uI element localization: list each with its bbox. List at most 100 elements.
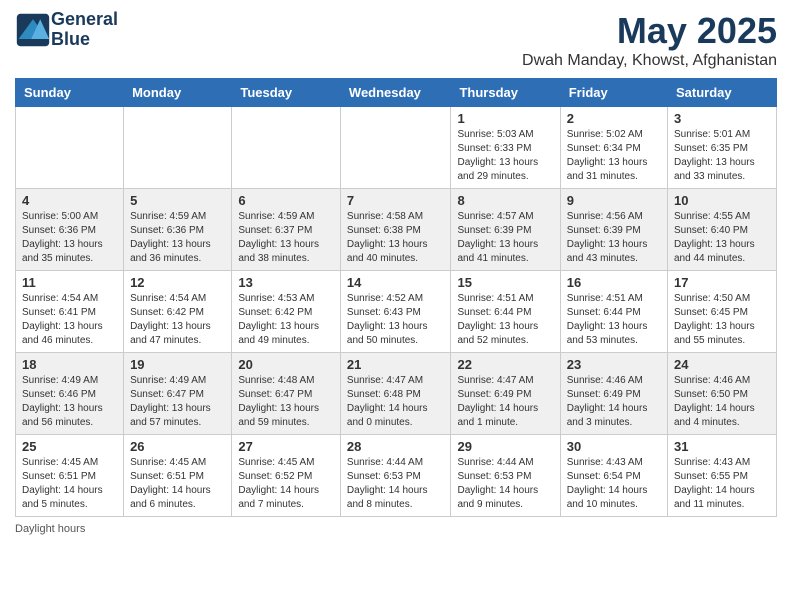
day-info: Sunrise: 4:43 AM Sunset: 6:55 PM Dayligh… [674, 456, 770, 512]
day-info: Sunrise: 4:52 AM Sunset: 6:43 PM Dayligh… [347, 292, 445, 348]
day-number: 21 [347, 357, 445, 372]
page: General Blue May 2025 Dwah Manday, Khows… [0, 0, 792, 612]
day-number: 6 [238, 193, 334, 208]
day-info: Sunrise: 4:59 AM Sunset: 6:36 PM Dayligh… [130, 210, 225, 266]
logo-text: General Blue [51, 10, 118, 50]
calendar-cell: 1Sunrise: 5:03 AM Sunset: 6:33 PM Daylig… [451, 107, 560, 189]
calendar-cell: 3 Sunrise: 5:01 AM Sunset: 6:35 PM Daylig… [668, 107, 777, 189]
day-info: Sunrise: 4:55 AM Sunset: 6:40 PM Dayligh… [674, 210, 770, 266]
day-info: Sunrise: 4:53 AM Sunset: 6:42 PM Dayligh… [238, 292, 334, 348]
calendar-cell: 27Sunrise: 4:45 AM Sunset: 6:52 PM Dayli… [232, 435, 341, 517]
day-header-wednesday: Wednesday [340, 79, 451, 107]
day-info: Sunrise: 4:58 AM Sunset: 6:38 PM Dayligh… [347, 210, 445, 266]
day-header-saturday: Saturday [668, 79, 777, 107]
day-header-thursday: Thursday [451, 79, 560, 107]
day-info: Sunrise: 4:54 AM Sunset: 6:42 PM Dayligh… [130, 292, 225, 348]
calendar-cell: 2Sunrise: 5:02 AM Sunset: 6:34 PM Daylig… [560, 107, 667, 189]
calendar-cell [340, 107, 451, 189]
calendar-cell: 7 Sunrise: 4:58 AM Sunset: 6:38 PM Daylig… [340, 189, 451, 271]
day-info: Sunrise: 4:46 AM Sunset: 6:50 PM Dayligh… [674, 374, 770, 430]
location-title: Dwah Manday, Khowst, Afghanistan [522, 52, 777, 70]
calendar-cell: 10 Sunrise: 4:55 AM Sunset: 6:40 PM Dayli… [668, 189, 777, 271]
calendar-cell: 8 Sunrise: 4:57 AM Sunset: 6:39 PM Daylig… [451, 189, 560, 271]
week-row-2: 11Sunrise: 4:54 AM Sunset: 6:41 PM Dayli… [16, 271, 777, 353]
day-number: 20 [238, 357, 334, 372]
calendar-cell [124, 107, 232, 189]
footer: Daylight hours [15, 523, 777, 535]
day-info: Sunrise: 5:02 AM Sunset: 6:34 PM Dayligh… [567, 128, 661, 184]
logo-line1: General [51, 10, 118, 30]
calendar-cell: 31 Sunrise: 4:43 AM Sunset: 6:55 PM Dayli… [668, 435, 777, 517]
calendar-cell: 5 Sunrise: 4:59 AM Sunset: 6:36 PM Daylig… [124, 189, 232, 271]
day-info: Sunrise: 4:47 AM Sunset: 6:48 PM Dayligh… [347, 374, 445, 430]
calendar-cell: 30Sunrise: 4:43 AM Sunset: 6:54 PM Dayli… [560, 435, 667, 517]
day-info: Sunrise: 4:56 AM Sunset: 6:39 PM Dayligh… [567, 210, 661, 266]
day-number: 23 [567, 357, 661, 372]
calendar-cell: 22 Sunrise: 4:47 AM Sunset: 6:49 PM Dayli… [451, 353, 560, 435]
calendar-cell: 20Sunrise: 4:48 AM Sunset: 6:47 PM Dayli… [232, 353, 341, 435]
calendar-cell: 23 Sunrise: 4:46 AM Sunset: 6:49 PM Dayli… [560, 353, 667, 435]
calendar-cell: 13 Sunrise: 4:53 AM Sunset: 6:42 PM Dayli… [232, 271, 341, 353]
calendar-cell: 11Sunrise: 4:54 AM Sunset: 6:41 PM Dayli… [16, 271, 124, 353]
calendar-cell: 9Sunrise: 4:56 AM Sunset: 6:39 PM Daylig… [560, 189, 667, 271]
calendar-cell: 18Sunrise: 4:49 AM Sunset: 6:46 PM Dayli… [16, 353, 124, 435]
calendar-cell: 14 Sunrise: 4:52 AM Sunset: 6:43 PM Dayli… [340, 271, 451, 353]
header: General Blue May 2025 Dwah Manday, Khows… [15, 10, 777, 70]
day-number: 3 [674, 111, 770, 126]
calendar-header: SundayMondayTuesdayWednesdayThursdayFrid… [16, 79, 777, 107]
footer-text: Daylight hours [15, 523, 85, 535]
calendar-cell: 6 Sunrise: 4:59 AM Sunset: 6:37 PM Daylig… [232, 189, 341, 271]
week-row-3: 18Sunrise: 4:49 AM Sunset: 6:46 PM Dayli… [16, 353, 777, 435]
day-info: Sunrise: 4:45 AM Sunset: 6:51 PM Dayligh… [130, 456, 225, 512]
day-info: Sunrise: 4:46 AM Sunset: 6:49 PM Dayligh… [567, 374, 661, 430]
day-number: 14 [347, 275, 445, 290]
day-number: 24 [674, 357, 770, 372]
day-header-tuesday: Tuesday [232, 79, 341, 107]
logo: General Blue [15, 10, 118, 50]
day-header-sunday: Sunday [16, 79, 124, 107]
day-number: 16 [567, 275, 661, 290]
day-number: 7 [347, 193, 445, 208]
calendar-cell: 26Sunrise: 4:45 AM Sunset: 6:51 PM Dayli… [124, 435, 232, 517]
calendar-cell: 15Sunrise: 4:51 AM Sunset: 6:44 PM Dayli… [451, 271, 560, 353]
day-number: 31 [674, 439, 770, 454]
title-block: May 2025 Dwah Manday, Khowst, Afghanista… [522, 10, 777, 70]
calendar-cell: 16Sunrise: 4:51 AM Sunset: 6:44 PM Dayli… [560, 271, 667, 353]
day-header-monday: Monday [124, 79, 232, 107]
day-info: Sunrise: 5:01 AM Sunset: 6:35 PM Dayligh… [674, 128, 770, 184]
week-row-1: 4Sunrise: 5:00 AM Sunset: 6:36 PM Daylig… [16, 189, 777, 271]
day-info: Sunrise: 4:44 AM Sunset: 6:53 PM Dayligh… [347, 456, 445, 512]
day-number: 29 [457, 439, 553, 454]
day-info: Sunrise: 4:59 AM Sunset: 6:37 PM Dayligh… [238, 210, 334, 266]
day-number: 22 [457, 357, 553, 372]
day-info: Sunrise: 4:57 AM Sunset: 6:39 PM Dayligh… [457, 210, 553, 266]
calendar-cell: 12Sunrise: 4:54 AM Sunset: 6:42 PM Dayli… [124, 271, 232, 353]
header-row: SundayMondayTuesdayWednesdayThursdayFrid… [16, 79, 777, 107]
logo-icon [15, 12, 51, 48]
calendar-table: SundayMondayTuesdayWednesdayThursdayFrid… [15, 78, 777, 517]
logo-line2: Blue [51, 30, 118, 50]
day-info: Sunrise: 5:03 AM Sunset: 6:33 PM Dayligh… [457, 128, 553, 184]
day-number: 15 [457, 275, 553, 290]
day-number: 28 [347, 439, 445, 454]
day-number: 13 [238, 275, 334, 290]
day-number: 5 [130, 193, 225, 208]
day-number: 25 [22, 439, 117, 454]
day-number: 10 [674, 193, 770, 208]
day-info: Sunrise: 4:44 AM Sunset: 6:53 PM Dayligh… [457, 456, 553, 512]
week-row-4: 25 Sunrise: 4:45 AM Sunset: 6:51 PM Dayli… [16, 435, 777, 517]
day-number: 17 [674, 275, 770, 290]
calendar-cell: 28 Sunrise: 4:44 AM Sunset: 6:53 PM Dayli… [340, 435, 451, 517]
calendar-cell: 21 Sunrise: 4:47 AM Sunset: 6:48 PM Dayli… [340, 353, 451, 435]
day-info: Sunrise: 4:49 AM Sunset: 6:46 PM Dayligh… [22, 374, 117, 430]
day-number: 19 [130, 357, 225, 372]
day-number: 4 [22, 193, 117, 208]
day-header-friday: Friday [560, 79, 667, 107]
day-number: 8 [457, 193, 553, 208]
calendar-cell: 29 Sunrise: 4:44 AM Sunset: 6:53 PM Dayli… [451, 435, 560, 517]
calendar-cell: 24 Sunrise: 4:46 AM Sunset: 6:50 PM Dayli… [668, 353, 777, 435]
calendar-cell [232, 107, 341, 189]
day-number: 27 [238, 439, 334, 454]
day-info: Sunrise: 4:49 AM Sunset: 6:47 PM Dayligh… [130, 374, 225, 430]
day-info: Sunrise: 4:47 AM Sunset: 6:49 PM Dayligh… [457, 374, 553, 430]
